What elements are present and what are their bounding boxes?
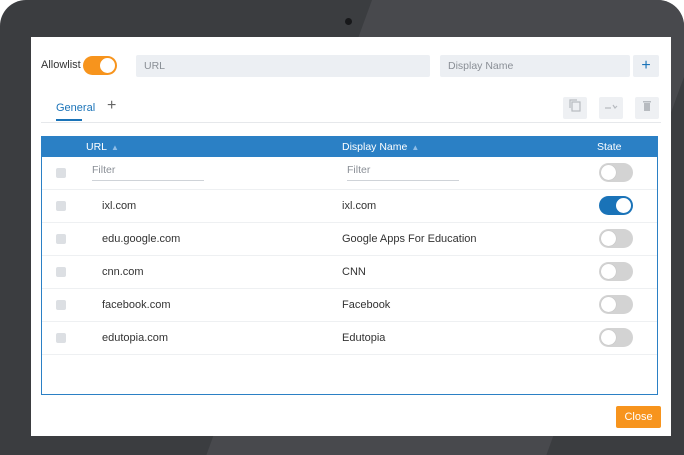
tab-general[interactable]: General	[56, 102, 95, 114]
row-display-name: Edutopia	[342, 332, 386, 344]
row-display-name: Google Apps For Education	[342, 233, 477, 245]
allowlist-dialog: Allowlist + General + URL▲ Displa	[31, 37, 671, 436]
row-display-name: CNN	[342, 266, 366, 278]
header-url[interactable]: URL ▲	[86, 141, 119, 153]
table-row: edu.google.com Google Apps For Education	[42, 223, 657, 256]
row-state-toggle[interactable]	[599, 295, 633, 314]
trash-icon[interactable]	[635, 97, 659, 119]
header-state: State	[597, 141, 622, 153]
row-display-name: ixl.com	[342, 200, 377, 212]
table-row: ixl.com ixl.com	[42, 190, 657, 223]
row-checkbox[interactable]	[56, 267, 66, 277]
transfer-icon[interactable]	[599, 97, 623, 119]
row-state-toggle[interactable]	[599, 328, 633, 347]
laptop-frame: Allowlist + General + URL▲ Displa	[0, 0, 684, 455]
sort-icon: ▲	[111, 143, 119, 152]
row-checkbox[interactable]	[56, 300, 66, 310]
row-url: edutopia.com	[102, 332, 169, 344]
allowlist-toggle[interactable]	[83, 56, 117, 75]
close-button[interactable]: Close	[616, 406, 661, 428]
row-url: edu.google.com	[102, 233, 181, 245]
table-row: facebook.com Facebook	[42, 289, 657, 322]
row-state-toggle[interactable]	[599, 196, 633, 215]
table-row: edutopia.com Edutopia	[42, 322, 657, 355]
tab-bar: General +	[31, 95, 671, 125]
add-tab-button[interactable]: +	[107, 97, 116, 115]
filter-row: Filter Filter	[42, 157, 657, 190]
url-filter[interactable]: Filter	[92, 164, 204, 181]
table-header: URL ▲ Display Name ▲ State	[42, 137, 657, 157]
row-url: ixl.com	[102, 200, 137, 212]
row-checkbox[interactable]	[56, 201, 66, 211]
filter-state-toggle[interactable]	[599, 163, 633, 182]
add-entry-button[interactable]: +	[633, 55, 659, 77]
row-state-toggle[interactable]	[599, 229, 633, 248]
display-name-input[interactable]	[440, 55, 630, 77]
row-display-name: Facebook	[342, 299, 391, 311]
display-name-filter[interactable]: Filter	[347, 164, 459, 181]
row-checkbox[interactable]	[56, 333, 66, 343]
row-checkbox[interactable]	[56, 234, 66, 244]
allowlist-table: URL ▲ Display Name ▲ State Filter Filter i…	[41, 136, 658, 395]
camera	[345, 18, 352, 25]
copy-icon[interactable]	[563, 97, 587, 119]
allowlist-label: Allowlist	[41, 59, 81, 71]
row-url: cnn.com	[102, 266, 144, 278]
table-row: cnn.com CNN	[42, 256, 657, 289]
header-display-name[interactable]: Display Name ▲	[342, 141, 419, 153]
select-all-checkbox[interactable]	[56, 168, 66, 178]
active-tab-indicator	[56, 119, 82, 121]
sort-icon: ▲	[411, 143, 420, 152]
allowlist-bar: Allowlist +	[31, 37, 671, 92]
row-state-toggle[interactable]	[599, 262, 633, 281]
row-url: facebook.com	[102, 299, 171, 311]
url-input[interactable]	[136, 55, 430, 77]
